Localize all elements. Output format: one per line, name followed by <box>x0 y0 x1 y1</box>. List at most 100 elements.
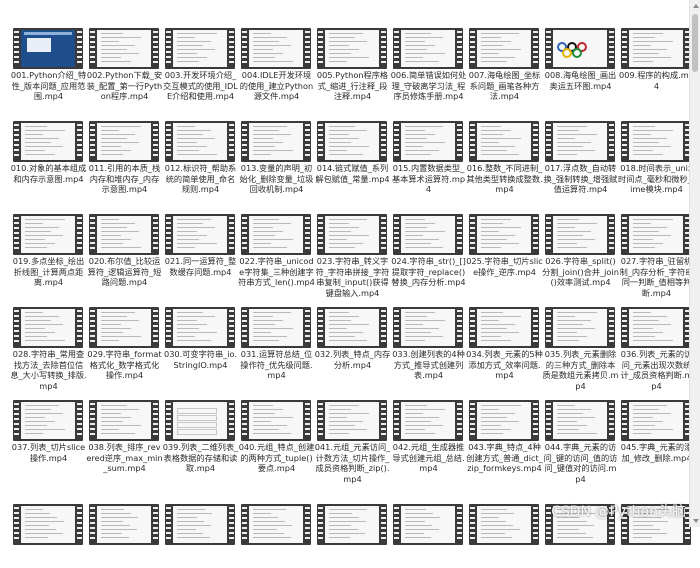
file-name-label: 038.列表_排序_revered逆序_max_min_sum.mp4 <box>86 442 163 473</box>
vertical-scrollbar[interactable] <box>689 0 700 527</box>
video-file-item[interactable]: 030.可变字符串_io.StringIO.mp4 <box>162 279 239 371</box>
video-file-item[interactable]: 011.引用的本质_栈内存和堆内存_内存示意图.mp4 <box>86 93 163 194</box>
file-name-label: 039.列表_二维列表_表格数据的存储和读取.mp4 <box>162 442 239 473</box>
video-file-item[interactable]: 008.海龟绘图_画出奥运五环图.mp4 <box>542 0 619 92</box>
file-name-label: 021.同一运算符_整数缓存问题.mp4 <box>164 256 237 277</box>
video-file-item[interactable]: 031.运算符总结_位操作符_优先级问题.mp4 <box>238 279 315 380</box>
scroll-up-icon[interactable] <box>693 4 699 8</box>
scroll-down-icon[interactable] <box>693 519 699 523</box>
video-file-item[interactable] <box>542 476 619 568</box>
video-thumbnail-icon <box>89 28 159 69</box>
video-file-item[interactable]: 038.列表_排序_revered逆序_max_min_sum.mp4 <box>86 372 163 473</box>
video-thumbnail-icon <box>165 504 235 545</box>
file-name-label: 008.海龟绘图_画出奥运五环图.mp4 <box>544 70 617 91</box>
video-file-item[interactable] <box>314 476 391 568</box>
video-file-item[interactable]: 040.元组_特点_创建的两种方式_tuple()要点.mp4 <box>238 372 315 473</box>
scrollbar-thumb[interactable] <box>692 14 698 72</box>
video-file-item[interactable]: 014.链式赋值_系列解包赋值_常量.mp4 <box>314 93 391 185</box>
video-file-item[interactable] <box>238 476 315 568</box>
video-file-item[interactable]: 007.海龟绘图_坐标系问题_画笔各种方法.mp4 <box>466 0 543 101</box>
file-name-label: 014.链式赋值_系列解包赋值_常量.mp4 <box>315 163 390 184</box>
video-file-item[interactable]: 024.字符串_str()_[]提取字符_replace()替换_内存分析.mp… <box>390 186 467 287</box>
video-thumbnail-icon <box>545 214 615 255</box>
video-file-item[interactable]: 016.整数_不同进制_其他类型转换成整数.mp4 <box>466 93 543 194</box>
video-file-item[interactable]: 009.程序的构成.mp4 <box>618 0 695 92</box>
video-file-item[interactable]: 002.Python下载_安装_配置_第一行Python程序.mp4 <box>86 0 163 101</box>
video-thumbnail-icon <box>393 28 463 69</box>
video-file-item[interactable]: 021.同一运算符_整数缓存问题.mp4 <box>162 186 239 278</box>
video-thumbnail-icon <box>89 214 159 255</box>
video-file-item[interactable]: 004.IDLE开发环境的使用_建立Python源文件.mp4 <box>238 0 315 101</box>
video-thumbnail-icon <box>241 504 311 545</box>
video-thumbnail-icon <box>317 400 387 441</box>
video-thumbnail-icon <box>317 28 387 69</box>
video-file-item[interactable]: 045.字典_元素的添加_修改_删除.mp4 <box>618 372 695 464</box>
video-file-item[interactable]: 013.变量的声明_初始化_删除变量_垃圾回收机制.mp4 <box>238 93 315 194</box>
video-thumbnail-icon <box>469 214 539 255</box>
video-file-item[interactable]: 020.布尔值_比较运算符_逻辑运算符_短路问题.mp4 <box>86 186 163 287</box>
video-file-item[interactable]: 006.简单错误如何处理_守破离学习法_程序员修炼手册.mp4 <box>390 0 467 101</box>
video-file-item[interactable]: 018.时间表示_unix时间点_毫秒和微秒_time模块.mp4 <box>618 93 695 194</box>
file-name-label: 009.程序的构成.mp4 <box>619 70 694 91</box>
video-file-item[interactable]: 034.列表_元素的5种添加方式_效率问题.mp4 <box>466 279 543 380</box>
video-file-item[interactable] <box>618 476 695 568</box>
video-file-item[interactable]: 005.Python程序格式_缩进_行注释_段注释.mp4 <box>314 0 391 101</box>
video-file-item[interactable]: 017.浮点数_自动转换_强制转换_增强赋值运算符.mp4 <box>542 93 619 194</box>
video-file-item[interactable]: 037.列表_切片slice操作.mp4 <box>10 372 87 464</box>
video-thumbnail-icon <box>13 28 83 69</box>
video-thumbnail-icon <box>545 121 615 162</box>
video-thumbnail-icon <box>13 504 83 545</box>
video-thumbnail-icon <box>13 121 83 162</box>
video-thumbnail-icon <box>621 28 691 69</box>
video-file-item[interactable] <box>86 476 163 568</box>
video-thumbnail-icon <box>469 504 539 545</box>
video-thumbnail-icon <box>165 307 235 348</box>
video-file-item[interactable]: 012.标识符_帮助系统的简单使用_命名规则.mp4 <box>162 93 239 194</box>
video-thumbnail-icon <box>545 400 615 441</box>
video-file-item[interactable]: 032.列表_特点_内存分析.mp4 <box>314 279 391 371</box>
video-file-item[interactable]: 023.字符串_转义字符_字符串拼接_字符串复制_input()获得键盘输入.m… <box>314 186 391 298</box>
video-file-item[interactable]: 043.字典_特点_4种创建方式_普通_dict_zip_formkeys.mp… <box>466 372 543 473</box>
video-file-item[interactable]: 044.字典_元素的访问_键的访问_值的访问_键值对的访问.mp4 <box>542 372 619 484</box>
video-file-item[interactable]: 041.元组_元素访问_计数方法_切片操作_成员资格判断_zip().mp4 <box>314 372 391 484</box>
video-file-item[interactable]: 001.Python介绍_特性_版本问题_应用范围.mp4 <box>10 0 87 101</box>
video-file-item[interactable]: 010.对象的基本组成和内存示意图.mp4 <box>10 93 87 185</box>
video-thumbnail-icon <box>89 400 159 441</box>
file-name-label: 043.字典_特点_4种创建方式_普通_dict_zip_formkeys.mp… <box>466 442 543 473</box>
file-name-label: 025.字符串_切片slice操作_逆序.mp4 <box>466 256 543 277</box>
video-file-item[interactable]: 022.字符串_unicode字符集_三种创建字符串方式_len().mp4 <box>238 186 315 287</box>
video-thumbnail-icon <box>621 214 691 255</box>
video-thumbnail-icon <box>545 28 615 69</box>
video-file-item[interactable]: 028.字符串_常用查找方法_去除首位信息_大小写转换_排版.mp4 <box>10 279 87 391</box>
video-file-item[interactable]: 033.创建列表的4种方式_推导式创建列表.mp4 <box>390 279 467 380</box>
video-thumbnail-icon <box>241 214 311 255</box>
video-file-item[interactable]: 003.开发环境介绍_交互模式的使用_IDLE介绍和使用.mp4 <box>162 0 239 101</box>
video-file-item[interactable]: 015.内置数据类型_基本算术运算符.mp4 <box>390 93 467 194</box>
video-file-item[interactable]: 042.元组_生成器推导式创建元组_总结.mp4 <box>390 372 467 473</box>
video-file-item[interactable]: 019.多点坐标_绘出折线图_计算两点距离.mp4 <box>10 186 87 287</box>
video-thumbnail-icon <box>165 28 235 69</box>
video-thumbnail-icon <box>317 504 387 545</box>
video-thumbnail-icon <box>545 307 615 348</box>
video-file-item[interactable]: 035.列表_元素删除的三种方式_删除本质是数组元素拷贝.mp4 <box>542 279 619 391</box>
file-name-label: 032.列表_特点_内存分析.mp4 <box>314 349 391 370</box>
video-file-item[interactable]: 027.字符串_驻留机制_内存分析_字符串同一判断_值相等判断.mp4 <box>618 186 695 298</box>
video-thumbnail-icon <box>469 400 539 441</box>
video-file-item[interactable]: 039.列表_二维列表_表格数据的存储和读取.mp4 <box>162 372 239 473</box>
video-thumbnail-icon <box>469 121 539 162</box>
video-file-item[interactable] <box>162 476 239 568</box>
video-file-item[interactable]: 029.字符串_format格式化_数字格式化操作.mp4 <box>86 279 163 380</box>
file-name-label: 040.元组_特点_创建的两种方式_tuple()要点.mp4 <box>238 442 315 473</box>
file-name-label: 045.字典_元素的添加_修改_删除.mp4 <box>620 442 693 463</box>
video-file-item[interactable]: 036.列表_元素的访问_元素出现次数统计_成员资格判断.mp4 <box>618 279 695 391</box>
video-file-item[interactable]: 025.字符串_切片slice操作_逆序.mp4 <box>466 186 543 278</box>
video-file-item[interactable]: 026.字符串_split()分割_join()合并_join()效率测试.mp… <box>542 186 619 287</box>
video-thumbnail-icon <box>165 121 235 162</box>
video-file-item[interactable] <box>10 476 87 568</box>
video-thumbnail-icon <box>89 504 159 545</box>
video-file-item[interactable] <box>390 476 467 568</box>
video-thumbnail-icon <box>13 214 83 255</box>
video-thumbnail-icon <box>241 121 311 162</box>
video-file-item[interactable] <box>466 476 543 568</box>
watermark: CSDN @Python头脑 <box>551 504 686 520</box>
